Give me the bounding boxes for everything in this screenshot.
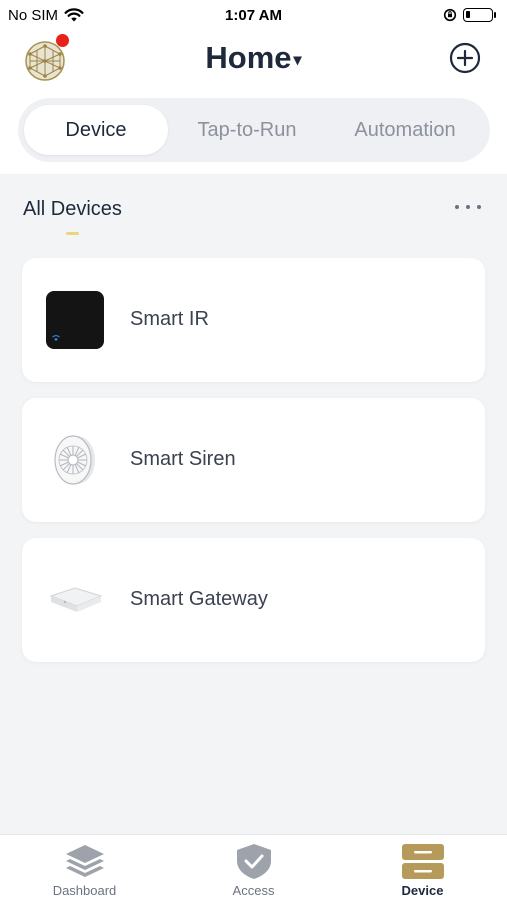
orientation-lock-icon — [443, 8, 457, 22]
wifi-icon — [64, 7, 84, 21]
tab-automation[interactable]: Automation — [326, 105, 484, 155]
nav-dashboard[interactable]: Dashboard — [0, 835, 169, 900]
add-button[interactable] — [449, 42, 481, 74]
device-name: Smart Siren — [130, 448, 236, 470]
device-name: Smart Gateway — [130, 588, 268, 610]
clock: 1:07 AM — [225, 6, 282, 24]
nav-label: Device — [401, 883, 444, 898]
smart-gateway-device-icon — [44, 569, 106, 631]
layers-icon — [65, 845, 104, 877]
more-dot — [477, 205, 481, 209]
caret-down-icon: ▾ — [293, 51, 302, 69]
device-card-smart-ir[interactable]: Smart IR — [22, 258, 485, 382]
bottom-nav: Dashboard Access Device — [0, 834, 507, 900]
tab-tap-to-run[interactable]: Tap-to-Run — [168, 105, 326, 155]
more-dot — [466, 205, 470, 209]
nav-label: Access — [232, 883, 275, 898]
more-options-button[interactable] — [455, 202, 481, 212]
smart-siren-device-icon — [44, 429, 106, 491]
section-title: All Devices — [23, 198, 122, 220]
device-card-smart-siren[interactable]: Smart Siren — [22, 398, 485, 522]
battery-icon — [463, 8, 496, 22]
status-right — [443, 8, 496, 22]
status-left: No SIM — [8, 7, 84, 24]
device-card-smart-gateway[interactable]: Smart Gateway — [22, 538, 485, 662]
tab-device[interactable]: Device — [24, 105, 168, 155]
home-selector[interactable]: Home ▾ — [0, 40, 507, 76]
home-title: Home — [205, 40, 292, 75]
nav-label: Dashboard — [52, 883, 117, 898]
device-icon — [401, 844, 444, 879]
section-underline — [66, 232, 79, 235]
nav-device[interactable]: Device — [338, 835, 507, 900]
carrier-label: No SIM — [8, 6, 59, 24]
device-name: Smart IR — [130, 308, 209, 330]
smart-ir-device-icon — [44, 289, 106, 351]
device-list-area: All Devices Smart IR Smart Siren Smart G… — [0, 174, 507, 834]
header: Home ▾ — [0, 30, 507, 92]
more-dot — [455, 205, 459, 209]
shield-check-icon — [236, 844, 271, 879]
status-bar: No SIM 1:07 AM — [0, 0, 507, 30]
segmented-tabs: Device Tap-to-Run Automation — [18, 98, 490, 162]
nav-access[interactable]: Access — [169, 835, 338, 900]
